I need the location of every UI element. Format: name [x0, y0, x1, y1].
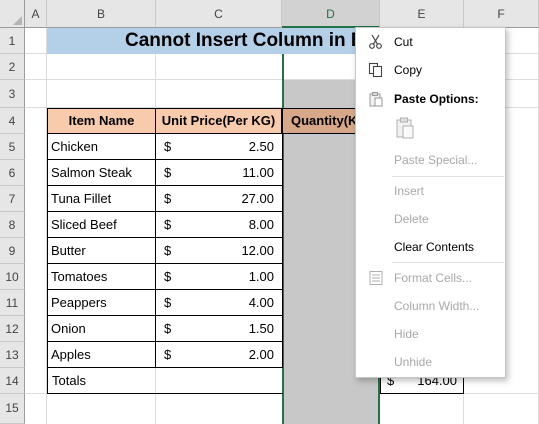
- unit-price-cell[interactable]: $8.00: [155, 212, 283, 238]
- currency-symbol: $: [164, 243, 172, 258]
- menu-label-delete: Delete: [394, 212, 429, 226]
- column-header-e[interactable]: E: [380, 0, 464, 28]
- row-header-2[interactable]: 2: [0, 54, 25, 80]
- item-name-cell[interactable]: Apples: [47, 342, 156, 368]
- menu-item-delete[interactable]: Delete: [356, 207, 505, 231]
- clipboard-icon: [369, 92, 383, 107]
- price-value: 12.00: [241, 243, 274, 258]
- unit-price-cell[interactable]: $1.00: [155, 264, 283, 290]
- row-header-7[interactable]: 7: [0, 186, 25, 212]
- unit-price-cell[interactable]: $2.50: [155, 134, 283, 160]
- price-value: 8.00: [248, 217, 274, 232]
- row-header-15[interactable]: 15: [0, 394, 25, 424]
- currency-symbol: $: [164, 217, 172, 232]
- column-header-c[interactable]: C: [156, 0, 282, 28]
- unit-price-cell[interactable]: $1.50: [155, 316, 283, 342]
- unit-price-cell[interactable]: $12.00: [155, 238, 283, 264]
- column-header-d[interactable]: D: [282, 0, 380, 28]
- item-name-cell[interactable]: Tuna Fillet: [47, 186, 156, 212]
- header-unit-price[interactable]: Unit Price(Per KG): [155, 108, 282, 134]
- header-quantity[interactable]: Quantity(K: [282, 108, 356, 134]
- item-name-cell[interactable]: Tomatoes: [47, 264, 156, 290]
- menu-label-hide: Hide: [394, 327, 419, 341]
- menu-label-column-width: Column Width...: [394, 299, 480, 313]
- table-bottom-border: [47, 393, 283, 394]
- scissors-icon: [369, 34, 382, 49]
- currency-symbol: $: [164, 295, 172, 310]
- item-name-cell[interactable]: Onion: [47, 316, 156, 342]
- menu-item-copy[interactable]: Copy: [356, 58, 505, 82]
- copy-icon: [368, 62, 383, 78]
- item-name-cell[interactable]: Butter: [47, 238, 156, 264]
- row-header-11[interactable]: 11: [0, 290, 25, 316]
- price-value: 1.00: [248, 269, 274, 284]
- menu-item-hide[interactable]: Hide: [356, 322, 505, 346]
- context-menu: Cut Copy Paste Options: Paste Special...…: [355, 27, 506, 378]
- column-header-f[interactable]: F: [464, 0, 539, 28]
- menu-label-insert: Insert: [394, 184, 425, 198]
- row-header-13[interactable]: 13: [0, 342, 25, 368]
- header-item-name[interactable]: Item Name: [47, 108, 156, 134]
- currency-symbol: $: [164, 139, 172, 154]
- menu-item-column-width[interactable]: Column Width...: [356, 294, 505, 318]
- format-cells-icon: [369, 271, 383, 285]
- menu-item-insert[interactable]: Insert: [356, 179, 505, 203]
- menu-label-clear-contents: Clear Contents: [394, 240, 475, 254]
- currency-symbol: $: [164, 269, 172, 284]
- totals-label[interactable]: Totals: [47, 368, 282, 394]
- menu-item-paste-special[interactable]: Paste Special...: [356, 148, 505, 172]
- row-header-12[interactable]: 12: [0, 316, 25, 342]
- column-header-b[interactable]: B: [47, 0, 156, 28]
- unit-price-cell[interactable]: $2.00: [155, 342, 283, 368]
- menu-separator: [392, 176, 504, 177]
- item-name-cell[interactable]: Chicken: [47, 134, 156, 160]
- row-header-14[interactable]: 14: [0, 368, 25, 394]
- row-header-3[interactable]: 3: [0, 80, 25, 108]
- price-value: 4.00: [248, 295, 274, 310]
- menu-label-unhide: Unhide: [394, 355, 433, 369]
- item-name-cell[interactable]: Salmon Steak: [47, 160, 156, 186]
- price-value: 27.00: [241, 191, 274, 206]
- menu-label-paste-special: Paste Special...: [394, 153, 478, 167]
- currency-symbol: $: [164, 191, 172, 206]
- row-header-10[interactable]: 10: [0, 264, 25, 290]
- currency-symbol: $: [164, 165, 172, 180]
- menu-label-format-cells: Format Cells...: [394, 271, 473, 285]
- sheet-title: Cannot Insert Column in Ex: [47, 28, 355, 54]
- menu-label-cut: Cut: [394, 35, 413, 49]
- item-name-cell[interactable]: Peappers: [47, 290, 156, 316]
- menu-header-paste-options: Paste Options:: [356, 87, 505, 111]
- column-header-a[interactable]: A: [25, 0, 47, 28]
- price-value: 1.50: [248, 321, 274, 336]
- row-header-8[interactable]: 8: [0, 212, 25, 238]
- currency-symbol: $: [164, 321, 172, 336]
- select-all-corner[interactable]: [0, 0, 25, 28]
- paste-clipboard-icon: [396, 117, 414, 139]
- unit-price-cell[interactable]: $27.00: [155, 186, 283, 212]
- row-header-5[interactable]: 5: [0, 134, 25, 160]
- menu-item-format-cells[interactable]: Format Cells...: [356, 266, 505, 290]
- menu-item-cut[interactable]: Cut: [356, 30, 505, 54]
- menu-label-paste-options: Paste Options:: [394, 92, 479, 106]
- row-header-1[interactable]: 1: [0, 28, 25, 54]
- currency-symbol: $: [164, 347, 172, 362]
- row-header-9[interactable]: 9: [0, 238, 25, 264]
- price-value: 2.00: [248, 347, 274, 362]
- menu-item-unhide[interactable]: Unhide: [356, 350, 505, 374]
- paste-option-button[interactable]: [394, 116, 416, 140]
- menu-item-clear-contents[interactable]: Clear Contents: [356, 235, 505, 259]
- unit-price-cell[interactable]: $4.00: [155, 290, 283, 316]
- price-value: 2.50: [248, 139, 274, 154]
- menu-separator: [392, 262, 504, 263]
- row-header-4[interactable]: 4: [0, 108, 25, 134]
- price-value: 11.00: [242, 165, 274, 180]
- menu-label-copy: Copy: [394, 63, 423, 77]
- row-header-6[interactable]: 6: [0, 160, 25, 186]
- unit-price-cell[interactable]: $11.00: [155, 160, 283, 186]
- item-name-cell[interactable]: Sliced Beef: [47, 212, 156, 238]
